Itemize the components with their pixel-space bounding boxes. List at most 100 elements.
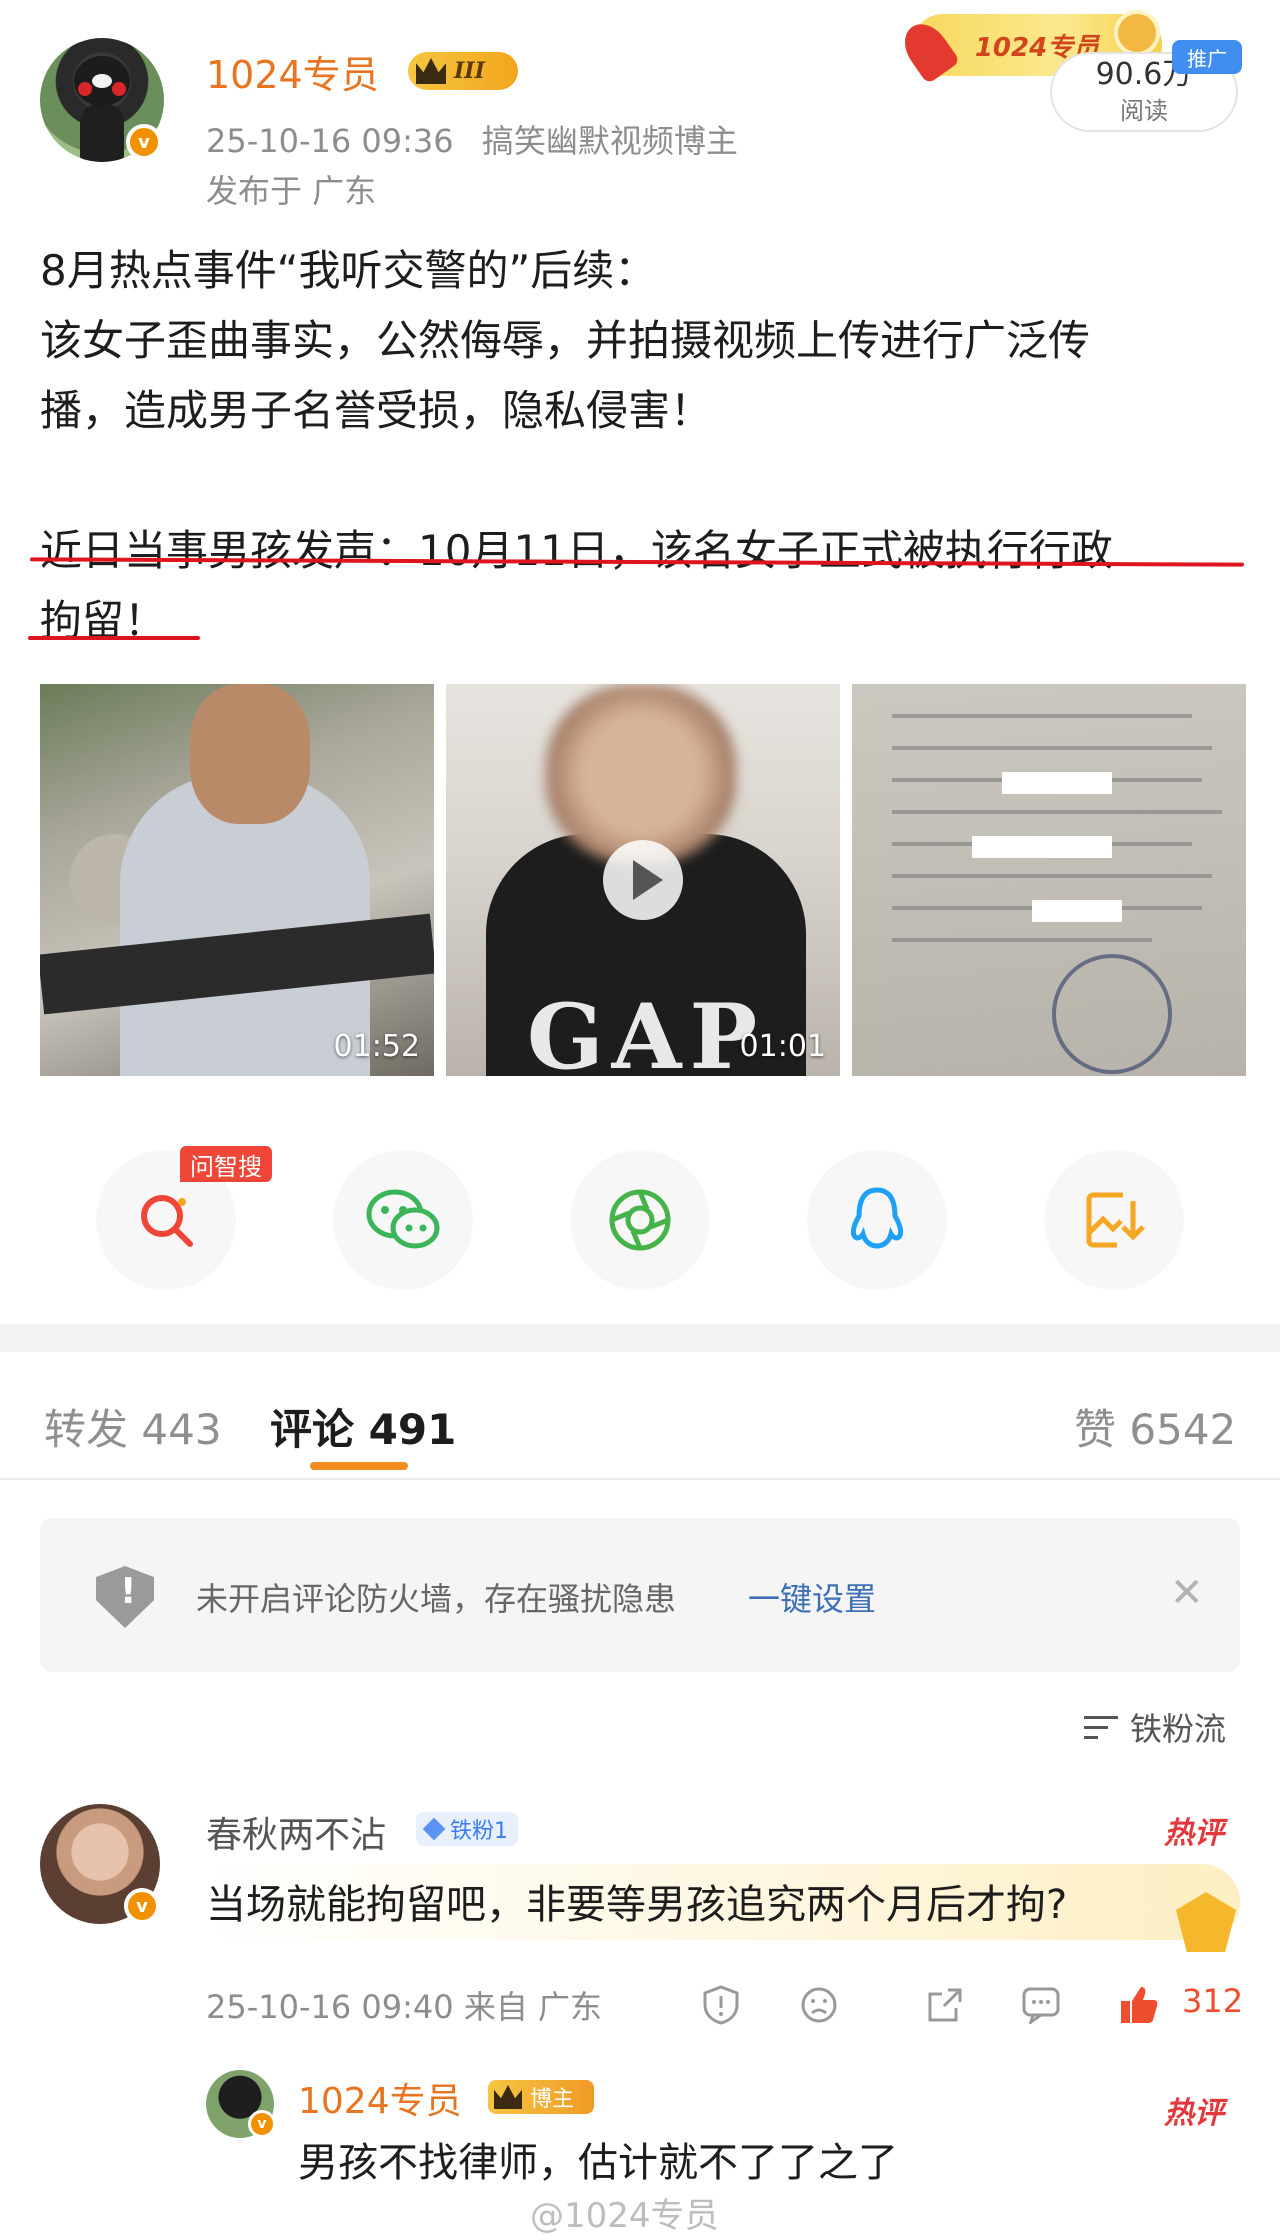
close-icon[interactable]: ✕ <box>1170 1570 1204 1616</box>
document-text-line <box>892 874 1212 878</box>
sort-toggle[interactable]: 铁粉流 <box>1084 1704 1226 1750</box>
ad-tag: 推广 <box>1172 40 1242 74</box>
vip-level: III <box>454 58 485 84</box>
vip-badge[interactable]: III <box>408 52 518 90</box>
share-icon <box>928 1988 962 2022</box>
comment-time: 25-10-16 09:40 <box>206 1988 454 2026</box>
tab-repost-count: 443 <box>141 1405 222 1454</box>
post-line: 该女子歪曲事实，公然侮辱，并拍摄视频上传进行广泛传 <box>40 316 1091 365</box>
tab-comments[interactable]: 评论 491 <box>270 1396 456 1457</box>
firewall-setup-link[interactable]: 一键设置 <box>748 1574 876 1620</box>
verified-icon: v <box>126 124 162 160</box>
search-icon <box>141 1195 193 1247</box>
tab-likes[interactable]: 赞 6542 <box>1074 1396 1236 1457</box>
document-text-line <box>892 714 1192 718</box>
report-button[interactable] <box>700 1984 742 2026</box>
redaction-block <box>1002 772 1112 794</box>
author-name[interactable]: 1024专员 <box>206 44 379 99</box>
video-duration: 01:01 <box>739 1029 826 1064</box>
thumbs-up-icon <box>1121 1987 1158 2023</box>
highlight-underline <box>28 636 200 640</box>
watermark: @1024专员 <box>530 2196 719 2236</box>
crown-icon <box>416 58 446 84</box>
document-text-line <box>892 938 1152 942</box>
avatar-muzzle <box>92 74 112 88</box>
frown-icon <box>801 1987 837 2023</box>
shield-exclamation: ! <box>120 1571 137 1612</box>
host-badge: 博主 <box>488 2080 594 2114</box>
share-qq-button[interactable] <box>807 1150 947 1290</box>
avatar-cheek <box>112 82 126 96</box>
moments-icon <box>609 1189 671 1251</box>
ai-search-tag: 问智搜 <box>180 1146 272 1182</box>
author-title: 搞笑幽默视频博主 <box>481 122 738 160</box>
redaction-block <box>972 836 1112 858</box>
comment-like-count: 312 <box>1182 1982 1244 2020</box>
section-divider <box>0 1324 1280 1352</box>
comment-firewall-banner: ! 未开启评论防火墙，存在骚扰隐患 一键设置 ✕ <box>40 1518 1240 1672</box>
reply-button[interactable] <box>1020 1984 1062 2026</box>
like-button[interactable] <box>1118 1984 1160 2026</box>
tab-indicator <box>310 1462 408 1470</box>
tab-comments-count: 491 <box>368 1405 457 1454</box>
crown-icon <box>494 2085 522 2109</box>
share-moments-button[interactable] <box>570 1150 710 1290</box>
scene-head <box>190 684 310 824</box>
image-download-icon <box>1086 1192 1145 1248</box>
official-stamp <box>1052 954 1172 1074</box>
dislike-button[interactable] <box>798 1984 840 2026</box>
tab-repost[interactable]: 转发 443 <box>44 1396 222 1457</box>
reply-text: 男孩不找律师，估计就不了了之了 <box>298 2140 898 2186</box>
comment-icon <box>1022 1987 1060 2024</box>
save-image-button[interactable] <box>1044 1150 1184 1290</box>
document-image[interactable] <box>852 684 1246 1076</box>
reply-author-name[interactable]: 1024专员 <box>298 2072 462 2124</box>
comment-meta: 25-10-16 09:40 来自 广东 <box>206 1982 602 2028</box>
blurred-face <box>546 684 736 864</box>
fan-badge-label: 铁粉1 <box>450 1819 508 1844</box>
video-duration: 01:52 <box>333 1029 420 1064</box>
verified-icon: v <box>248 2110 276 2138</box>
commenter-name[interactable]: 春秋两不沾 <box>206 1806 386 1858</box>
post-line: 播，造成男子名誉受损，隐私侵害！ <box>40 386 713 435</box>
video-thumbnail[interactable]: 01:52 <box>40 684 434 1076</box>
post-line: 拘留！ <box>40 596 167 645</box>
rocket-icon <box>895 15 961 85</box>
avatar-sticker-icon <box>1114 10 1160 56</box>
document-text-line <box>892 810 1222 814</box>
avatar-cheek <box>78 82 92 96</box>
avatar-figure <box>80 104 124 162</box>
play-icon[interactable] <box>603 840 683 920</box>
comment-source: 来自 广东 <box>463 1988 602 2026</box>
host-badge-label: 博主 <box>530 2087 575 2112</box>
tab-comments-label: 评论 <box>270 1405 355 1454</box>
sort-icon <box>1084 1712 1118 1742</box>
post-line: 8月热点事件“我听交警的”后续： <box>40 246 657 295</box>
hot-comment-tag: 热评 <box>1164 2096 1224 2131</box>
firewall-text: 未开启评论防火墙，存在骚扰隐患 <box>196 1580 677 1618</box>
verified-icon: v <box>124 1888 160 1924</box>
share-comment-button[interactable] <box>924 1984 966 2026</box>
video-thumbnail[interactable]: GAP 01:01 <box>446 684 840 1076</box>
fan-badge[interactable]: 铁粉1 <box>416 1812 518 1846</box>
read-label: 阅读 <box>1120 97 1168 125</box>
post-timestamp: 25-10-16 09:36 <box>206 122 454 160</box>
report-icon <box>703 1985 739 2025</box>
tab-likes-label: 赞 <box>1074 1405 1117 1454</box>
comment-text: 当场就能拘留吧，非要等男孩追究两个月后才拘? <box>206 1882 1068 1928</box>
post-meta: 25-10-16 09:36 搞笑幽默视频博主 <box>206 116 738 162</box>
redaction-block <box>1032 900 1122 922</box>
document-text-line <box>892 746 1212 750</box>
tabs-border <box>0 1478 1280 1480</box>
post-body: 8月热点事件“我听交警的”后续： 该女子歪曲事实，公然侮辱，并拍摄视频上传进行广… <box>40 236 1240 656</box>
tab-likes-count: 6542 <box>1129 1405 1237 1454</box>
share-wechat-button[interactable] <box>333 1150 473 1290</box>
post-line: 近日当事男孩发声：10月11日，该名女子正式被执行行政 <box>40 526 1113 575</box>
diamond-icon <box>422 1817 446 1841</box>
hot-comment-tag: 热评 <box>1164 1816 1224 1851</box>
wechat-icon <box>366 1189 440 1249</box>
qq-icon <box>850 1187 904 1249</box>
sort-label: 铁粉流 <box>1130 1710 1227 1748</box>
post-location: 发布于 广东 <box>206 172 377 210</box>
